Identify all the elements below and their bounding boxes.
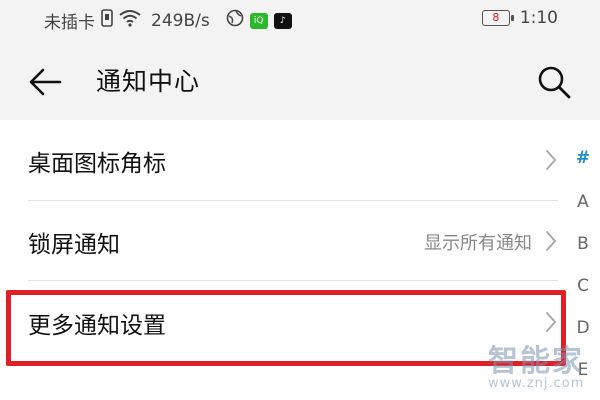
- watermark-logo: 智能家: [488, 344, 584, 379]
- search-button[interactable]: [534, 62, 574, 102]
- search-icon: [538, 66, 571, 99]
- divider: [28, 280, 558, 281]
- highlight-box: [6, 290, 566, 366]
- screen: 未插卡 249B/s iQ ♪ 8 1:10 通知中心 桌面图标角标 锁屏通知 …: [0, 0, 600, 400]
- index-letter-b[interactable]: B: [566, 234, 600, 254]
- vpn-globe-icon: [226, 9, 244, 32]
- watermark: 智能家 www.znj.com: [488, 336, 584, 391]
- battery-icon: 8: [481, 10, 514, 26]
- clock: 1:10: [519, 8, 558, 28]
- sim-card-icon: [101, 9, 113, 32]
- network-speed: 249B/s: [151, 10, 210, 31]
- list-item-lockscreen-notification[interactable]: 锁屏通知 显示所有通知: [0, 201, 566, 281]
- list-item-label: 桌面图标角标: [28, 151, 166, 177]
- index-letter-c[interactable]: C: [566, 276, 600, 296]
- carrier-text: 未插卡: [44, 13, 95, 33]
- watermark-url: www.znj.com: [488, 376, 585, 391]
- tiktok-app-icon: ♪: [273, 12, 292, 29]
- index-letter-a[interactable]: A: [566, 192, 600, 212]
- status-right: 8 1:10: [481, 8, 558, 28]
- page-title: 通知中心: [96, 67, 201, 96]
- status-bar: 未插卡 249B/s iQ ♪ 8 1:10: [0, 0, 600, 40]
- list-item-desktop-badge[interactable]: 桌面图标角标: [0, 120, 566, 200]
- list-item-label: 锁屏通知: [28, 232, 120, 258]
- header: 通知中心: [0, 40, 600, 122]
- status-left: 未插卡 249B/s iQ ♪: [44, 8, 292, 33]
- index-letter-d[interactable]: D: [566, 318, 600, 338]
- iqiyi-app-icon: iQ: [249, 12, 268, 29]
- back-arrow-icon: [29, 68, 62, 96]
- list-item-value: 显示所有通知: [424, 233, 532, 254]
- battery-level: 8: [492, 11, 500, 24]
- wifi-icon: [119, 9, 141, 32]
- chevron-right-icon: [546, 150, 557, 170]
- back-button[interactable]: [26, 62, 66, 102]
- index-letter-hash[interactable]: #: [566, 148, 600, 168]
- chevron-right-icon: [546, 231, 557, 251]
